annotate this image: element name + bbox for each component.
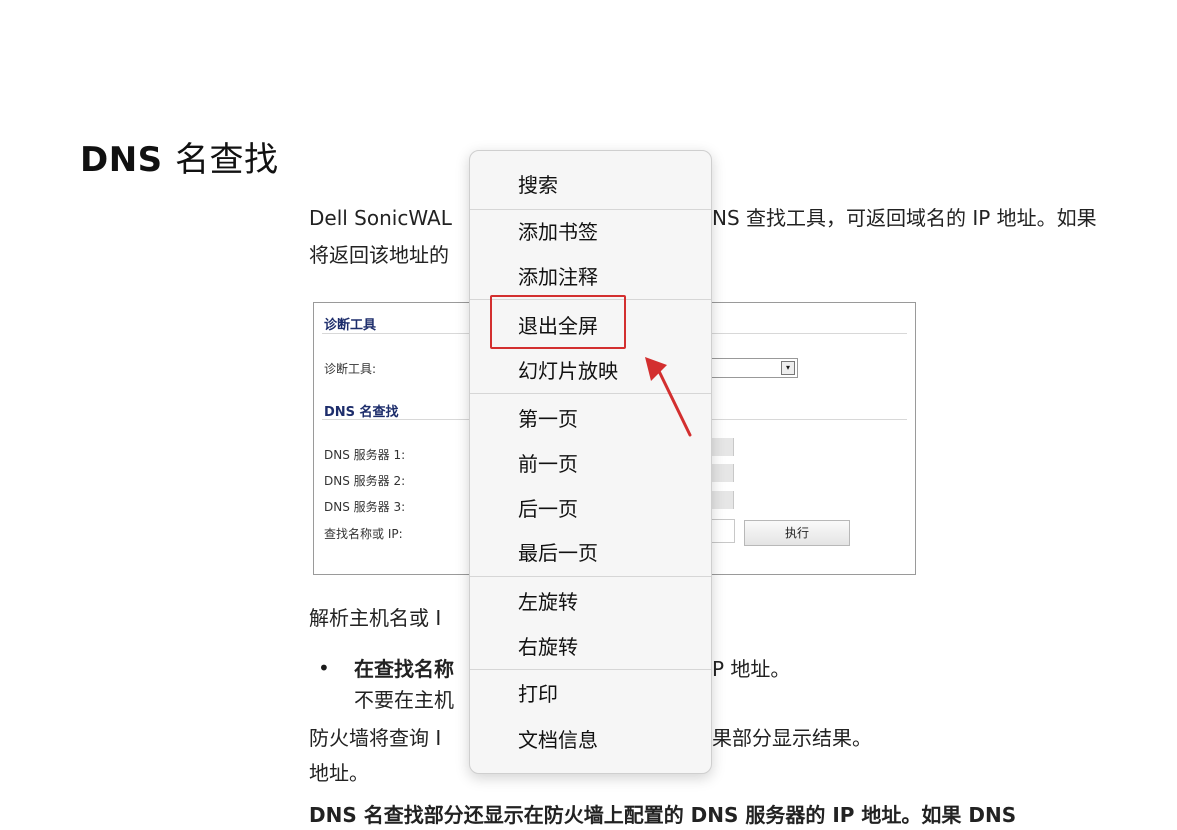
menu-item-last-page[interactable]: 最后一页 [470, 533, 711, 573]
dns-server-2-value [709, 464, 734, 482]
page-title: DNS 名查找 [80, 132, 279, 181]
bullet-icon: • [318, 656, 330, 680]
dns-server-3-value [709, 491, 734, 509]
dns-server-2-label: DNS 服务器 2: [324, 474, 406, 488]
tool-label: 诊断工具: [324, 362, 377, 376]
menu-item-document-info[interactable]: 文档信息 [470, 720, 711, 760]
paragraph-firewall-line2: 地址。 [309, 761, 369, 785]
dns-server-1-value [709, 438, 734, 456]
execute-button[interactable]: 执行 [744, 520, 850, 546]
menu-item-search[interactable]: 搜索 [470, 165, 711, 205]
paragraph-intro: Dell SonicWAL [309, 206, 452, 230]
bullet-line-1: 在查找名称 [354, 657, 454, 681]
paragraph-firewall: 防火墙将查询 I [309, 726, 442, 750]
highlight-annotation-box [490, 295, 626, 349]
section-header-diagnostic: 诊断工具 [324, 318, 377, 333]
paragraph-resolve: 解析主机名或 I [309, 606, 442, 630]
paragraph-firewall-right: 果部分显示结果。 [712, 726, 872, 750]
dns-server-3-label: DNS 服务器 3: [324, 500, 406, 514]
menu-item-add-note[interactable]: 添加注释 [470, 257, 711, 297]
chevron-down-icon: ▾ [781, 361, 795, 375]
menu-separator [470, 576, 711, 577]
tool-select[interactable]: ▾ [709, 358, 798, 378]
menu-item-rotate-left[interactable]: 左旋转 [470, 582, 711, 622]
page-title-latin: DNS [80, 140, 163, 180]
menu-separator [470, 209, 711, 210]
page-title-cjk: 名查找 [175, 140, 279, 180]
paragraph-intro-right: NS 查找工具，可返回域名的 IP 地址。如果 [712, 206, 1097, 230]
paragraph-intro-line2: 将返回该地址的 [309, 243, 449, 267]
annotation-arrow-icon [645, 357, 692, 437]
bullet-line-1-right: P 地址。 [712, 657, 791, 681]
menu-item-next-page[interactable]: 后一页 [470, 489, 711, 529]
bullet-line-2: 不要在主机 [354, 688, 454, 712]
dns-server-1-label: DNS 服务器 1: [324, 448, 406, 462]
lookup-label: 查找名称或 IP: [324, 527, 403, 541]
menu-item-print[interactable]: 打印 [470, 674, 711, 714]
lookup-input[interactable] [709, 519, 735, 543]
menu-separator [470, 669, 711, 670]
menu-item-rotate-right[interactable]: 右旋转 [470, 627, 711, 667]
menu-item-add-bookmark[interactable]: 添加书签 [470, 212, 711, 252]
section-header-dns-lookup: DNS 名查找 [324, 405, 399, 420]
context-menu: 搜索 添加书签 添加注释 退出全屏 幻灯片放映 第一页 前一页 后一页 最后一页… [469, 150, 712, 774]
menu-item-previous-page[interactable]: 前一页 [470, 444, 711, 484]
paragraph-dns-section: DNS 名查找部分还显示在防火墙上配置的 DNS 服务器的 IP 地址。如果 D… [309, 803, 1017, 827]
